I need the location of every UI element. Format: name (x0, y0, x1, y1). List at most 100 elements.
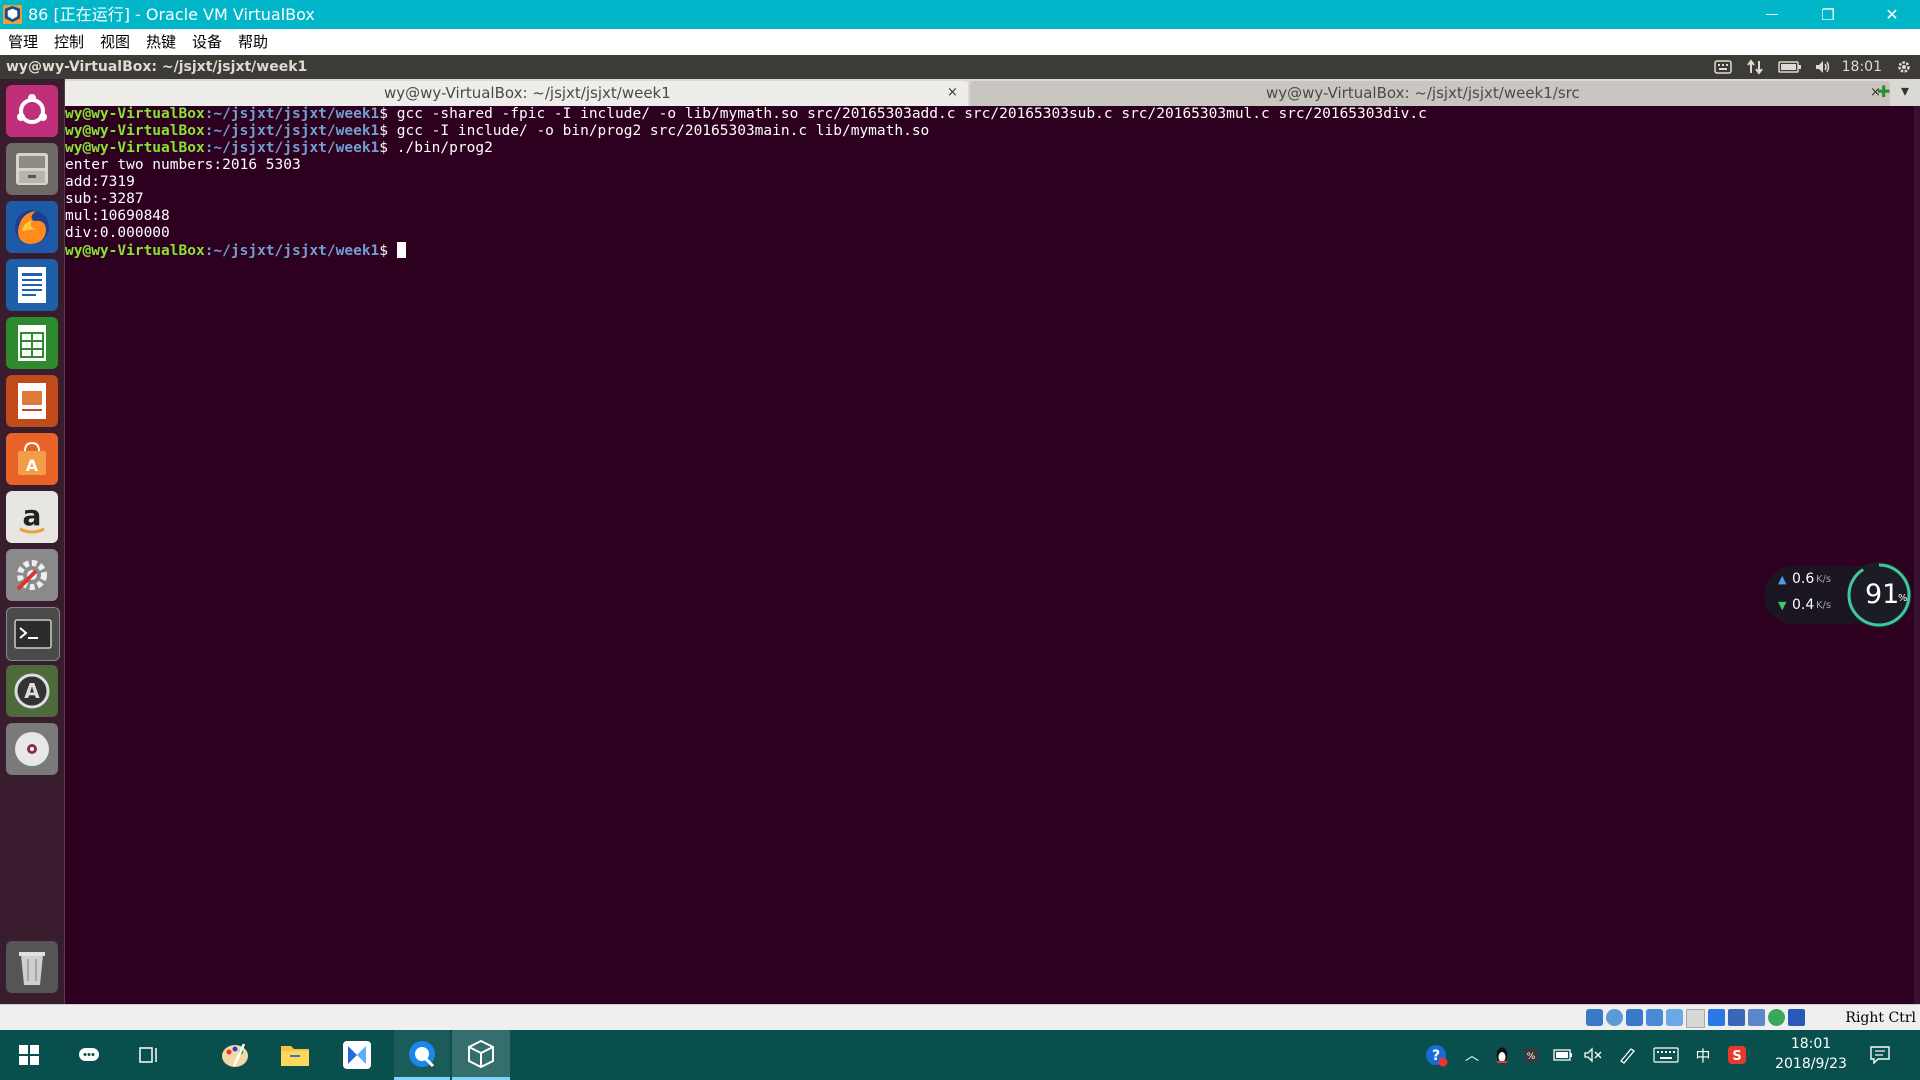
output-text: mul:10690848 (65, 208, 170, 224)
ubuntu-launcher: A a A (0, 79, 65, 1004)
taskbar-virtualbox-button[interactable] (452, 1030, 510, 1080)
windows-start-button[interactable] (0, 1030, 58, 1080)
ubuntu-logo-icon (17, 94, 47, 124)
tab-week1-src[interactable]: wy@wy-VirtualBox: ~/jsjxt/jsjxt/week1/sr… (970, 81, 1890, 106)
restore-button[interactable]: ❐ (1800, 0, 1856, 29)
tab-label: wy@wy-VirtualBox: ~/jsjxt/jsjxt/week1/sr… (1266, 84, 1580, 102)
download-arrow-icon: ▼ (1778, 599, 1787, 612)
mouse-integration-icon[interactable] (1768, 1009, 1785, 1026)
help-icon[interactable]: ? (1420, 1030, 1452, 1080)
notification-icon (1870, 1046, 1890, 1064)
upload-unit: K/s (1816, 574, 1832, 585)
menu-help[interactable]: 帮助 (238, 29, 268, 55)
terminal-line: enter two numbers:2016 5303 (65, 157, 1920, 174)
terminal-line: add:7319 (65, 174, 1920, 191)
shared-folder-icon[interactable] (1686, 1009, 1705, 1028)
launcher-updater-button[interactable]: A (6, 665, 58, 717)
taskbar-paint-app[interactable] (210, 1030, 260, 1080)
vbox-device-icons (1586, 1009, 1818, 1028)
launcher-dash-button[interactable] (6, 85, 58, 137)
dvd-disc-icon (15, 732, 49, 766)
menu-control[interactable]: 控制 (54, 29, 84, 55)
launcher-dvd-button[interactable] (6, 723, 58, 775)
svg-text:A: A (26, 456, 39, 475)
taskbar-app-button[interactable] (330, 1030, 384, 1080)
sogou-ime-icon[interactable]: S (1722, 1030, 1752, 1080)
launcher-files-button[interactable] (6, 143, 58, 195)
hard-disk-icon[interactable] (1586, 1009, 1603, 1026)
network-icon[interactable] (1744, 58, 1766, 76)
file-cabinet-icon (16, 153, 48, 185)
task-view-button[interactable] (124, 1030, 174, 1080)
prompt-path: :~/jsjxt/jsjxt/week1 (204, 243, 380, 259)
prompt-user: wy@wy-VirtualBox (65, 140, 205, 156)
virtualbox-status-bar: Right Ctrl (0, 1004, 1920, 1031)
minimize-icon: — (1765, 7, 1779, 22)
battery-tray-icon[interactable] (1550, 1030, 1576, 1080)
host-title-bar: 86 [正在运行] - Oracle VM VirtualBox — ❐ ✕ (0, 0, 1920, 29)
launcher-amazon-button[interactable]: a (6, 491, 58, 543)
upload-speed: 0.6 (1792, 571, 1815, 587)
terminal-scrollbar[interactable] (1914, 106, 1920, 1004)
virtualbox-logo-icon (3, 5, 22, 24)
prompt-symbol: $ (379, 243, 397, 259)
prompt-path: :~/jsjxt/jsjxt/week1 (204, 106, 380, 122)
close-window-button[interactable]: ✕ (1864, 0, 1920, 29)
launcher-trash-button[interactable] (6, 941, 58, 993)
launcher-firefox-button[interactable] (6, 201, 58, 253)
chevron-up-icon[interactable]: ︿ (1460, 1030, 1484, 1080)
launcher-settings-button[interactable] (6, 549, 58, 601)
minimize-button[interactable]: — (1744, 0, 1800, 29)
terminal-icon (14, 619, 52, 649)
qq-penguin-icon[interactable] (1490, 1030, 1514, 1080)
amazon-icon: a (19, 499, 45, 534)
new-tab-icon[interactable]: ✚ (1877, 82, 1890, 101)
cortana-button[interactable] (64, 1030, 114, 1080)
host-key-indicator-icon[interactable] (1788, 1009, 1805, 1026)
audio-icon[interactable] (1626, 1009, 1643, 1026)
battery-icon[interactable] (1776, 58, 1804, 76)
volume-icon[interactable] (1812, 58, 1834, 76)
menu-view[interactable]: 视图 (100, 29, 130, 55)
keyboard-icon[interactable] (1712, 58, 1734, 76)
optical-drive-icon[interactable] (1606, 1009, 1623, 1026)
ime-indicator[interactable]: 中 (1690, 1030, 1716, 1080)
command-text: ./bin/prog2 (396, 140, 493, 156)
launcher-calc-button[interactable] (6, 317, 58, 369)
usb-icon[interactable] (1666, 1009, 1683, 1026)
taskbar-time: 18:01 (1790, 1036, 1832, 1052)
taskbar-file-explorer[interactable] (270, 1030, 320, 1080)
svg-text:S: S (1732, 1049, 1741, 1064)
video-capture-icon[interactable] (1728, 1009, 1745, 1026)
display-icon[interactable] (1708, 1009, 1725, 1026)
panel-clock[interactable]: 18:01 (1842, 55, 1882, 79)
touch-keyboard-icon[interactable] (1650, 1030, 1682, 1080)
terminal-line: wy@wy-VirtualBox:~/jsjxt/jsjxt/week1$ (65, 242, 1920, 259)
taskbar-clock[interactable]: 18:01 2018/9/23 (1766, 1034, 1856, 1074)
launcher-writer-button[interactable] (6, 259, 58, 311)
network-monitor-widget[interactable]: ▲ 0.6 K/s ▼ 0.4 K/s 91 % (1764, 560, 1914, 630)
terminal-line: wy@wy-VirtualBox:~/jsjxt/jsjxt/week1$ gc… (65, 106, 1920, 123)
menu-hotkey[interactable]: 热键 (146, 29, 176, 55)
launcher-software-button[interactable]: A (6, 433, 58, 485)
gear-icon[interactable] (1894, 58, 1914, 76)
prompt-user: wy@wy-VirtualBox (65, 243, 205, 259)
download-speed: 0.4 (1792, 597, 1815, 613)
virtualization-icon[interactable] (1748, 1009, 1765, 1026)
launcher-terminal-button[interactable] (6, 607, 60, 661)
tab-close-icon[interactable]: × (947, 81, 958, 105)
action-center-button[interactable] (1856, 1030, 1904, 1080)
taskbar-browser-button[interactable] (394, 1030, 450, 1080)
tab-menu-icon[interactable]: ▾ (1901, 81, 1909, 100)
tab-week1[interactable]: wy@wy-VirtualBox: ~/jsjxt/jsjxt/week1 × (65, 81, 968, 106)
pen-icon[interactable] (1614, 1030, 1640, 1080)
menu-devices[interactable]: 设备 (192, 29, 222, 55)
menu-manage[interactable]: 管理 (8, 29, 38, 55)
tray-app-icon[interactable]: % (1518, 1030, 1544, 1080)
terminal-output[interactable]: wy@wy-VirtualBox:~/jsjxt/jsjxt/week1$ gc… (65, 106, 1920, 1004)
launcher-impress-button[interactable] (6, 375, 58, 427)
memory-percent: 91 (1865, 579, 1900, 610)
volume-muted-icon[interactable] (1580, 1030, 1606, 1080)
close-icon: ✕ (1885, 5, 1899, 24)
network-adapter-icon[interactable] (1646, 1009, 1663, 1026)
